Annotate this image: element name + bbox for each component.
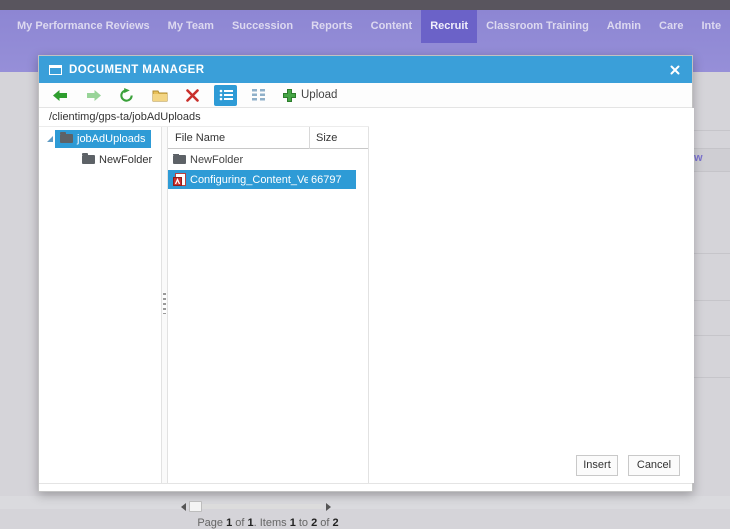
list-view-icon: [219, 89, 233, 101]
file-row-configuring-content-vendo[interactable]: Configuring_Content_Vendo66797: [168, 170, 356, 189]
nav-item-my-performance-reviews[interactable]: My Performance Reviews: [8, 10, 159, 43]
folder-icon: [82, 155, 95, 164]
nav-item-admin[interactable]: Admin: [598, 10, 650, 43]
pagination-status: Page 1 of 1. Items 1 to 2 of 2: [168, 517, 368, 529]
nav-item-content[interactable]: Content: [362, 10, 422, 43]
folder-tree-panel: jobAdUploads NewFolder: [39, 127, 161, 483]
window-icon: [49, 65, 62, 75]
file-name: NewFolder: [190, 154, 243, 166]
grid-rows: NewFolder Configuring_Content_Vendo66797: [168, 150, 368, 189]
explorer-toolbar: Upload: [39, 83, 692, 108]
nav-items: My Performance ReviewsMy TeamSuccessionR…: [0, 10, 730, 43]
nav-item-reports[interactable]: Reports: [302, 10, 362, 43]
nav-item-succession[interactable]: Succession: [223, 10, 302, 43]
tree-collapse-icon[interactable]: [45, 134, 55, 144]
column-header-size[interactable]: Size: [309, 127, 337, 149]
close-icon[interactable]: [668, 63, 682, 77]
tree-node-label: NewFolder: [99, 154, 152, 166]
background-bottom-strip: [0, 496, 730, 509]
upload-plus-icon: [283, 89, 296, 102]
folder-icon: [60, 134, 73, 143]
grid-view-icon: [252, 89, 265, 101]
upload-button[interactable]: Upload: [283, 89, 337, 102]
cancel-button[interactable]: Cancel: [628, 455, 680, 476]
top-status-strip: [0, 0, 730, 10]
background-row-divider: [690, 253, 730, 254]
delete-button[interactable]: [181, 85, 204, 106]
scroll-right-icon[interactable]: [326, 503, 331, 511]
nav-item-care[interactable]: Care: [650, 10, 692, 43]
insert-button[interactable]: Insert: [576, 455, 618, 476]
refresh-icon: [119, 88, 134, 103]
address-path: /clientimg/gps-ta/jobAdUploads: [49, 111, 201, 123]
delete-icon: [186, 89, 199, 102]
background-partial-link: w: [694, 152, 703, 164]
column-header-file-name[interactable]: File Name: [168, 132, 309, 144]
grid-header: File Name Size: [168, 127, 368, 149]
new-folder-icon: [152, 89, 168, 102]
preview-pane: [369, 108, 694, 483]
list-view-button[interactable]: [214, 85, 237, 106]
background-row-divider: [690, 130, 730, 131]
tree-expand-icon[interactable]: [67, 155, 77, 165]
content-bottom-border: [39, 483, 692, 484]
grid-view-button[interactable]: [247, 85, 270, 106]
file-size: 66797: [308, 174, 342, 186]
folder-icon: [173, 155, 186, 164]
scroll-left-icon[interactable]: [181, 503, 186, 511]
nav-item-my-team[interactable]: My Team: [159, 10, 223, 43]
panel-splitter[interactable]: [161, 127, 168, 483]
new-folder-button[interactable]: [148, 85, 171, 106]
refresh-button[interactable]: [115, 85, 138, 106]
forward-arrow-icon: [86, 90, 101, 101]
nav-item-recruit[interactable]: Recruit: [421, 10, 477, 43]
file-name: Configuring_Content_Vendo: [190, 174, 308, 186]
scrollbar-thumb[interactable]: [189, 501, 202, 512]
horizontal-scrollbar[interactable]: [181, 500, 331, 513]
upload-button-label: Upload: [301, 89, 337, 101]
back-button[interactable]: [49, 85, 72, 106]
tree-node-label: jobAdUploads: [77, 133, 146, 145]
file-grid-panel: File Name Size NewFolder Configuring_Cont…: [168, 127, 369, 483]
dialog-titlebar[interactable]: DOCUMENT MANAGER: [39, 56, 692, 83]
scrollbar-track[interactable]: [189, 504, 323, 509]
file-row-newfolder[interactable]: NewFolder: [168, 150, 368, 169]
dialog-title: DOCUMENT MANAGER: [69, 64, 668, 76]
background-row-divider: [690, 300, 730, 301]
forward-button[interactable]: [82, 85, 105, 106]
back-arrow-icon: [53, 90, 68, 101]
nav-item-classroom-training[interactable]: Classroom Training: [477, 10, 598, 43]
tree-node-newfolder[interactable]: NewFolder: [39, 150, 161, 169]
background-row-divider: [690, 335, 730, 336]
document-manager-dialog: DOCUMENT MANAGER: [38, 55, 693, 492]
pdf-file-icon: [173, 173, 186, 186]
nav-item-inte[interactable]: Inte: [693, 10, 730, 43]
tree-node-jobaduploads[interactable]: jobAdUploads: [39, 129, 161, 148]
splitter-grip-icon[interactable]: [163, 292, 166, 314]
background-row-divider: [690, 377, 730, 378]
